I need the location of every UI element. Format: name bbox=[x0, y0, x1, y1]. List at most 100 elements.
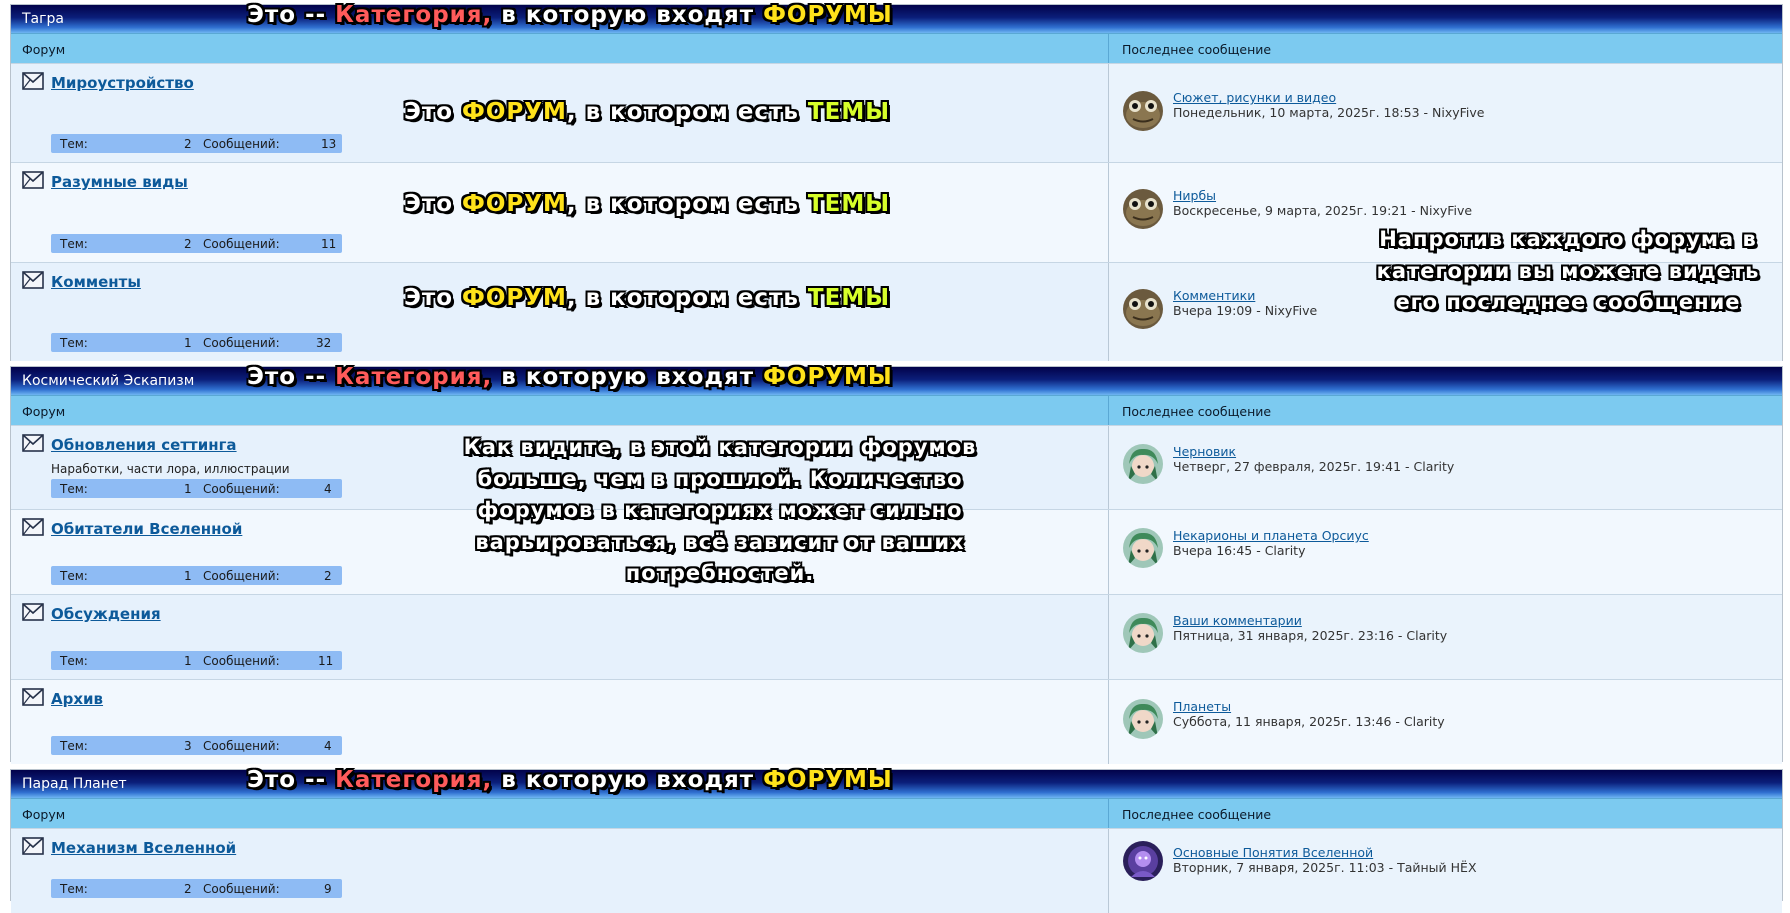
purple-avatar[interactable] bbox=[1123, 841, 1163, 881]
forum-column-header: Форум bbox=[22, 404, 66, 419]
last-post-meta: Пятница, 31 января, 2025г. 23:16 - Clari… bbox=[1173, 628, 1448, 643]
last-post-link[interactable]: Сюжет, рисунки и видео bbox=[1173, 90, 1336, 105]
column-headers: Форум Последнее сообщение bbox=[11, 798, 1782, 828]
topics-count: 1 bbox=[184, 482, 192, 496]
forum-row: Разумные виды Тем: 2 Сообщений: 11 Нирбы… bbox=[11, 162, 1782, 262]
topics-count: 1 bbox=[184, 336, 192, 350]
posts-label: Сообщений: bbox=[203, 482, 280, 496]
category-header: Тагра bbox=[11, 5, 1782, 33]
envelope-icon bbox=[22, 837, 44, 855]
posts-count: 11 bbox=[318, 654, 334, 668]
last-post-meta: Вчера 19:09 - NixyFive bbox=[1173, 303, 1318, 318]
forum-row: Архив Тем: 3 Сообщений: 4 Планеты Суббот… bbox=[11, 679, 1782, 764]
last-post-meta: Вторник, 7 января, 2025г. 11:03 - Тайный… bbox=[1173, 860, 1477, 875]
last-post-meta: Четверг, 27 февраля, 2025г. 19:41 - Clar… bbox=[1173, 459, 1455, 474]
forum-link[interactable]: Механизм Вселенной bbox=[51, 839, 236, 857]
forum-link[interactable]: Мироустройство bbox=[51, 74, 194, 92]
forum-description: Наработки, части лора, иллюстрации bbox=[51, 462, 290, 476]
forum-stats: Тем: 2 Сообщений: 9 bbox=[51, 879, 342, 898]
topics-count: 1 bbox=[184, 654, 192, 668]
column-headers: Форум Последнее сообщение bbox=[11, 33, 1782, 63]
envelope-icon bbox=[22, 271, 44, 289]
green-hair-avatar[interactable] bbox=[1123, 613, 1163, 653]
toad-avatar[interactable] bbox=[1123, 189, 1163, 229]
topics-label: Тем: bbox=[60, 336, 88, 350]
green-hair-avatar[interactable] bbox=[1123, 699, 1163, 739]
envelope-icon bbox=[22, 603, 44, 621]
last-post-link[interactable]: Основные Понятия Вселенной bbox=[1173, 845, 1373, 860]
posts-label: Сообщений: bbox=[203, 882, 280, 896]
category-header: Космический Эскапизм bbox=[11, 367, 1782, 395]
posts-count: 32 bbox=[316, 336, 332, 350]
green-hair-avatar[interactable] bbox=[1123, 528, 1163, 568]
forum-row: Мироустройство Тем: 2 Сообщений: 13 Сюже… bbox=[11, 63, 1782, 162]
forum-link[interactable]: Обсуждения bbox=[51, 605, 161, 623]
envelope-icon bbox=[22, 688, 44, 706]
last-post-meta: Суббота, 11 января, 2025г. 13:46 - Clari… bbox=[1173, 714, 1445, 729]
forum-stats: Тем: 1 Сообщений: 11 bbox=[51, 651, 342, 670]
category-header: Парад Планет bbox=[11, 770, 1782, 798]
topics-count: 1 bbox=[184, 569, 192, 583]
category-block: Парад Планет Форум Последнее сообщение М… bbox=[10, 769, 1783, 913]
topics-count: 2 bbox=[184, 882, 192, 896]
forum-stats: Тем: 1 Сообщений: 32 bbox=[51, 333, 342, 352]
forum-row: Обновления сеттинга Наработки, части лор… bbox=[11, 425, 1782, 509]
forum-link[interactable]: Обитатели Вселенной bbox=[51, 520, 242, 538]
forum-link[interactable]: Архив bbox=[51, 690, 103, 708]
envelope-icon bbox=[22, 518, 44, 536]
category-title[interactable]: Парад Планет bbox=[22, 776, 127, 792]
posts-label: Сообщений: bbox=[203, 739, 280, 753]
forum-link[interactable]: Комменты bbox=[51, 273, 141, 291]
posts-count: 13 bbox=[321, 137, 337, 151]
category-block: Космический Эскапизм Форум Последнее соо… bbox=[10, 366, 1783, 764]
posts-label: Сообщений: bbox=[203, 336, 280, 350]
envelope-icon bbox=[22, 171, 44, 189]
topics-label: Тем: bbox=[60, 739, 88, 753]
posts-count: 11 bbox=[321, 237, 337, 251]
topics-label: Тем: bbox=[60, 237, 88, 251]
posts-count: 4 bbox=[324, 739, 332, 753]
last-post-link[interactable]: Комментики bbox=[1173, 288, 1255, 303]
last-post-link[interactable]: Планеты bbox=[1173, 699, 1231, 714]
posts-count: 9 bbox=[324, 882, 332, 896]
posts-count: 4 bbox=[324, 482, 332, 496]
envelope-icon bbox=[22, 434, 44, 452]
category-block: Тагра Форум Последнее сообщение Мироустр… bbox=[10, 4, 1783, 361]
topics-label: Тем: bbox=[60, 654, 88, 668]
last-post-link[interactable]: Нирбы bbox=[1173, 188, 1216, 203]
last-post-link[interactable]: Ваши комментарии bbox=[1173, 613, 1302, 628]
posts-count: 2 bbox=[324, 569, 332, 583]
toad-avatar[interactable] bbox=[1123, 289, 1163, 329]
last-post-link[interactable]: Черновик bbox=[1173, 444, 1236, 459]
category-title[interactable]: Космический Эскапизм bbox=[22, 373, 194, 389]
forum-stats: Тем: 1 Сообщений: 2 bbox=[51, 566, 342, 585]
forum-stats: Тем: 1 Сообщений: 4 bbox=[51, 479, 342, 498]
forum-row: Обсуждения Тем: 1 Сообщений: 11 Ваши ком… bbox=[11, 594, 1782, 679]
last-post-column-header: Последнее сообщение bbox=[1122, 404, 1272, 419]
last-post-link[interactable]: Некарионы и планета Орсиус bbox=[1173, 528, 1369, 543]
category-title[interactable]: Тагра bbox=[22, 11, 64, 27]
forum-column-header: Форум bbox=[22, 807, 66, 822]
forum-row: Комменты Тем: 1 Сообщений: 32 Комментики… bbox=[11, 262, 1782, 361]
last-post-column-header: Последнее сообщение bbox=[1122, 42, 1272, 57]
posts-label: Сообщений: bbox=[203, 569, 280, 583]
topics-label: Тем: bbox=[60, 569, 88, 583]
last-post-meta: Понедельник, 10 марта, 2025г. 18:53 - Ni… bbox=[1173, 105, 1485, 120]
forum-link[interactable]: Разумные виды bbox=[51, 173, 188, 191]
last-post-column-header: Последнее сообщение bbox=[1122, 807, 1272, 822]
forum-link[interactable]: Обновления сеттинга bbox=[51, 436, 237, 454]
topics-count: 2 bbox=[184, 137, 192, 151]
forum-row: Механизм Вселенной Тем: 2 Сообщений: 9 О… bbox=[11, 828, 1782, 913]
green-hair-avatar[interactable] bbox=[1123, 444, 1163, 484]
posts-label: Сообщений: bbox=[203, 137, 280, 151]
topics-count: 3 bbox=[184, 739, 192, 753]
forum-stats: Тем: 2 Сообщений: 13 bbox=[51, 134, 342, 153]
posts-label: Сообщений: bbox=[203, 237, 280, 251]
forum-stats: Тем: 2 Сообщений: 11 bbox=[51, 234, 342, 253]
forum-column-header: Форум bbox=[22, 42, 66, 57]
topics-count: 2 bbox=[184, 237, 192, 251]
column-headers: Форум Последнее сообщение bbox=[11, 395, 1782, 425]
toad-avatar[interactable] bbox=[1123, 91, 1163, 131]
last-post-meta: Вчера 16:45 - Clarity bbox=[1173, 543, 1306, 558]
last-post-meta: Воскресенье, 9 марта, 2025г. 19:21 - Nix… bbox=[1173, 203, 1473, 218]
